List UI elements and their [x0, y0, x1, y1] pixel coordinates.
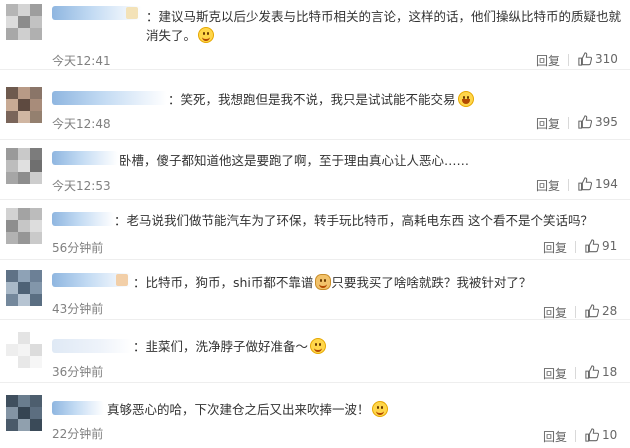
avatar[interactable]: [6, 87, 42, 123]
comment-time: 今天12:48: [52, 117, 111, 131]
comment-item: ：韭菜们，洗净脖子做好准备～ 36分钟前 回复 18: [0, 323, 630, 383]
comment-text: ：韭菜们，洗净脖子做好准备～: [133, 337, 327, 356]
comment-text: 真够恶心的哈，下次建仓之后又出来吹捧一波！: [107, 400, 388, 419]
smile-emoji-icon: [310, 338, 327, 354]
thumbs-up-icon: [578, 52, 593, 66]
comment-item: ：笑死，我想跑但是我不说，我只是试试能不能交易 今天12:48 回复 395: [0, 80, 630, 140]
thumbs-up-icon: [578, 177, 593, 191]
comment-text: ：建议马斯克以后少发表与比特币相关的言论，这样的话，他们操纵比特币的质疑也就消失…: [146, 9, 622, 43]
like-button[interactable]: 10: [585, 428, 617, 442]
laughing-emoji-icon: [457, 91, 474, 107]
reply-button[interactable]: 回复: [543, 365, 567, 382]
divider: [575, 241, 576, 253]
comment-time: 56分钟前: [52, 241, 104, 255]
comment-item: 卧槽，傻子都知道他这是要跑了啊，至于理由真心让人恶心…… 今天12:53 回复 …: [0, 140, 630, 200]
avatar[interactable]: [6, 395, 42, 431]
comment-item: ：老马说我们做节能汽车为了环保，转手玩比特币，高耗电东西 这个看不是个笑话吗？ …: [0, 200, 630, 260]
comment-text: ：老马说我们做节能汽车为了环保，转手玩比特币，高耗电东西 这个看不是个笑话吗？: [114, 213, 593, 228]
reply-button[interactable]: 回复: [536, 115, 560, 132]
username[interactable]: [52, 339, 132, 353]
comment-item: 真够恶心的哈，下次建仓之后又出来吹捧一波！ 22分钟前 回复 10: [0, 385, 630, 445]
comment-time: 43分钟前: [52, 302, 104, 316]
thumbs-up-icon: [585, 365, 600, 379]
avatar[interactable]: [6, 332, 42, 368]
thumbs-up-icon: [585, 239, 600, 253]
divider: [568, 117, 569, 129]
thumbs-up-icon: [585, 304, 600, 318]
thumbs-up-icon: [585, 428, 600, 442]
username[interactable]: [52, 212, 114, 226]
comment-time: 今天12:53: [52, 179, 111, 193]
reply-button[interactable]: 回复: [536, 177, 560, 194]
username[interactable]: [52, 91, 167, 105]
smile-emoji-icon: [371, 401, 388, 417]
reply-button[interactable]: 回复: [536, 52, 560, 69]
like-button[interactable]: 310: [578, 52, 618, 66]
avatar[interactable]: [6, 208, 42, 244]
comment-text: 卧槽，傻子都知道他这是要跑了啊，至于理由真心让人恶心……: [119, 153, 470, 168]
username[interactable]: [52, 273, 132, 287]
divider: [568, 179, 569, 191]
like-button[interactable]: 91: [585, 239, 617, 253]
avatar[interactable]: [6, 148, 42, 184]
divider: [575, 306, 576, 318]
username[interactable]: [52, 401, 104, 415]
divider: [568, 54, 569, 66]
comment-time: 36分钟前: [52, 365, 104, 379]
comment-text: ：比特币，狗币，shi币都不靠谱 只要我买了啥啥就跌？我被针对了？: [133, 274, 532, 290]
avatar[interactable]: [6, 4, 42, 40]
thumbs-up-icon: [578, 115, 593, 129]
comment-time: 今天12:41: [52, 54, 111, 68]
username[interactable]: [52, 6, 142, 20]
comment-time: 22分钟前: [52, 427, 104, 441]
like-button[interactable]: 194: [578, 177, 618, 191]
comment-item: ：建议马斯克以后少发表与比特币相关的言论，这样的话，他们操纵比特币的质疑也就消失…: [0, 0, 630, 70]
avatar[interactable]: [6, 270, 42, 306]
divider: [575, 367, 576, 379]
like-button[interactable]: 18: [585, 365, 617, 379]
username[interactable]: [52, 151, 118, 165]
smile-emoji-icon: [198, 27, 215, 43]
like-button[interactable]: 28: [585, 304, 617, 318]
reply-button[interactable]: 回复: [543, 304, 567, 321]
like-button[interactable]: 395: [578, 115, 618, 129]
reply-button[interactable]: 回复: [543, 428, 567, 445]
comment-text: ：笑死，我想跑但是我不说，我只是试试能不能交易: [168, 90, 474, 109]
doge-emoji-icon: [315, 274, 332, 290]
reply-button[interactable]: 回复: [543, 239, 567, 256]
comment-item: ：比特币，狗币，shi币都不靠谱 只要我买了啥啥就跌？我被针对了？ 43分钟前 回…: [0, 260, 630, 320]
divider: [575, 430, 576, 442]
